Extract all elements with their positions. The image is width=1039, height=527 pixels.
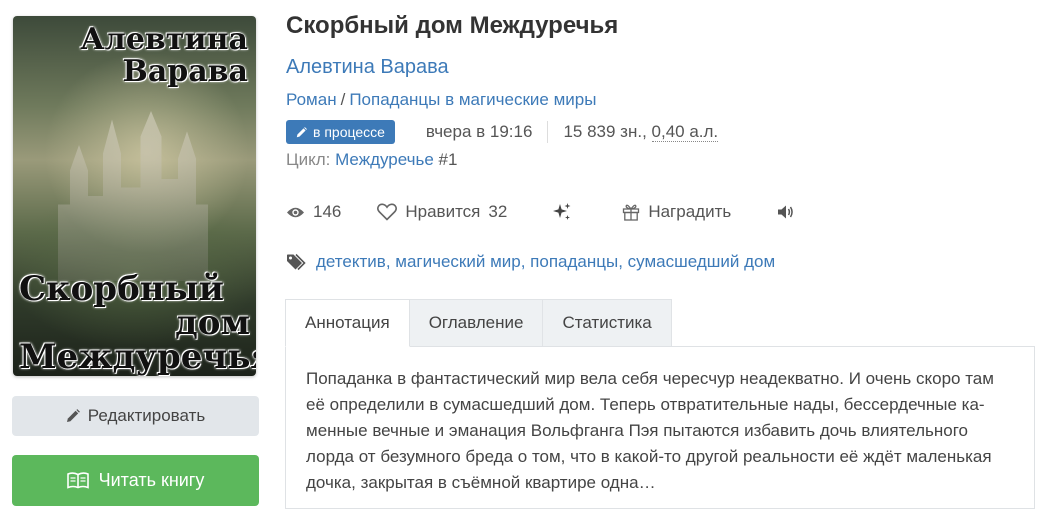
book-title: Скорбный дом Междуречья (286, 12, 619, 39)
annotation-line: менные вечные и эманация Вольфганга Пэя … (306, 421, 968, 440)
size-author-sheets: 0,40 а.л. (651, 122, 719, 142)
edit-button[interactable]: Редактировать (12, 396, 259, 436)
views-count: 146 (313, 202, 342, 221)
divider (547, 121, 549, 143)
cover-author-line1: Алевтина (80, 22, 248, 57)
award-button[interactable]: Наградить (622, 202, 731, 222)
tags-icon (287, 253, 306, 271)
author-link[interactable]: Алевтина Варава (286, 56, 449, 79)
gift-icon (623, 204, 640, 221)
likes-label: Нравится (405, 202, 481, 221)
tags-row: детектив, магический мир, попаданцы, сум… (286, 250, 775, 274)
genre-link-isekai[interactable]: Попаданцы в магические миры (349, 90, 596, 109)
cycle-info: Цикл: Междуречье #1 (286, 150, 457, 170)
cycle-label: Цикл: (286, 150, 331, 169)
book-size: 15 839 зн., 0,40 а.л. (563, 122, 719, 142)
tag-link[interactable]: детектив (316, 252, 386, 271)
stats-row: 146 Нравится 32 Наградить (286, 199, 795, 225)
genres: Роман / Попаданцы в магические миры (286, 90, 596, 110)
annotation-line: её определили в сумасшедший дом. Теперь … (306, 395, 985, 414)
tab-contents[interactable]: Оглавление (409, 299, 544, 347)
annotation-line: лорда от безумного бреда о том, что в ка… (306, 447, 992, 466)
annotation-line: Попаданка в фантастический мир вела себя… (306, 369, 994, 388)
cover-title-line1: Скорбный (19, 269, 224, 309)
likes-count: 32 (488, 202, 508, 221)
cycle-link[interactable]: Междуречье (335, 150, 434, 169)
eye-icon (287, 207, 304, 217)
heart-icon (377, 203, 398, 221)
sparkle-button[interactable] (552, 202, 572, 222)
tag-comma: , (618, 252, 628, 271)
award-label: Наградить (648, 202, 732, 221)
status-badge-label: в процессе (313, 124, 385, 140)
speaker-icon (778, 205, 794, 219)
read-button-label: Читать книгу (98, 470, 205, 490)
tag-comma: , (385, 252, 396, 271)
open-book-icon (66, 472, 89, 489)
tag-link[interactable]: магический мир (395, 252, 520, 271)
cover-title-line3: Междуречья (19, 337, 256, 376)
annotation-line: дочка, закрытая в съёмной квартире одна… (306, 473, 656, 492)
tag-link[interactable]: сумасшедший дом (628, 252, 776, 271)
tag-list: детектив, магический мир, попаданцы, сум… (316, 252, 775, 272)
tag-link[interactable]: попаданцы (530, 252, 618, 271)
updated-time: вчера в 19:16 (425, 122, 533, 141)
sparkles-icon (553, 203, 571, 220)
book-cover[interactable]: Алевтина Варава Скорбный дом Междуречья (13, 16, 256, 376)
annotation-panel: Попаданка в фантастический мир вела себя… (285, 346, 1035, 509)
cover-title-text: Скорбный дом Междуречья (19, 269, 256, 376)
status-badge: в процессе (286, 120, 395, 144)
pencil-icon (66, 409, 80, 422)
size-chars: 15 839 зн., (563, 122, 652, 141)
cover-author-text: Алевтина Варава (13, 24, 248, 88)
pencil-icon (296, 126, 307, 137)
read-book-button[interactable]: Читать книгу (12, 455, 259, 506)
cover-author-line2: Варава (122, 54, 249, 89)
tab-statistics[interactable]: Статистика (543, 299, 672, 347)
genre-link-novel[interactable]: Роман (286, 90, 337, 109)
tabs: Аннотация Оглавление Статистика (285, 299, 672, 347)
cover-title-line2: дом (175, 303, 250, 343)
cycle-number: #1 (438, 150, 458, 169)
tab-annotation[interactable]: Аннотация (285, 299, 410, 347)
edit-button-label: Редактировать (87, 406, 206, 425)
genre-separator: / (340, 90, 346, 109)
views-counter: 146 (286, 202, 341, 222)
listen-button[interactable] (777, 204, 795, 220)
like-button[interactable]: Нравится 32 (377, 202, 507, 222)
tag-comma: , (520, 252, 531, 271)
status-row: в процессе вчера в 19:16 15 839 зн., 0,4… (286, 119, 719, 145)
cover-castle-illustration (58, 111, 208, 281)
